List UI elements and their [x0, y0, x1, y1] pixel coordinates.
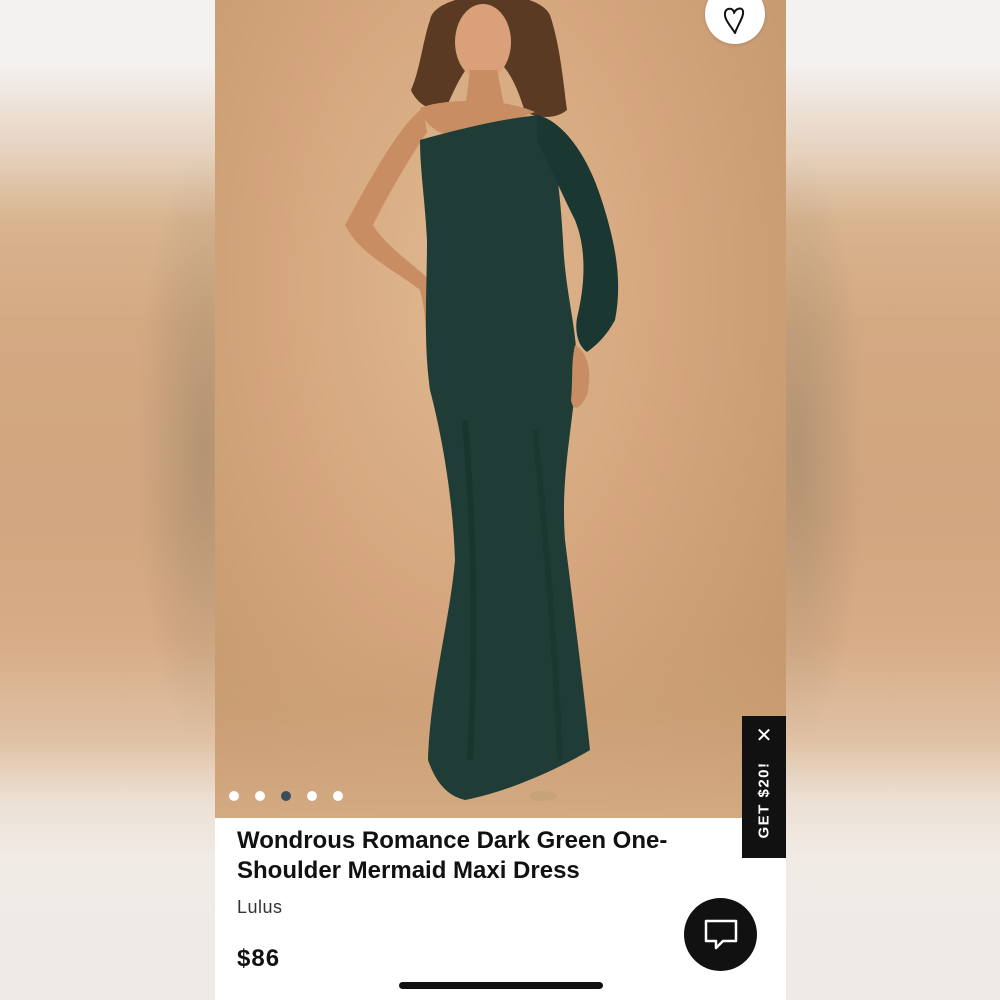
- close-icon[interactable]: ✕: [742, 724, 786, 748]
- heart-icon: [723, 7, 745, 34]
- blurred-backdrop-right: [726, 0, 1000, 1000]
- pagination-dot[interactable]: [307, 791, 317, 801]
- chat-button[interactable]: [684, 898, 757, 971]
- home-indicator: [399, 982, 603, 989]
- product-page: ✕ GET $20! Wondrous Romance Dark Green O…: [215, 0, 786, 1000]
- gallery-pagination: [229, 791, 343, 801]
- product-price: $86: [237, 945, 281, 972]
- pagination-dot[interactable]: [333, 791, 343, 801]
- blurred-backdrop-left: [0, 0, 275, 1000]
- model-photo: [345, 0, 619, 801]
- product-brand[interactable]: Lulus: [237, 897, 283, 918]
- chat-bubble-icon: [704, 919, 737, 949]
- pagination-dot-active[interactable]: [281, 791, 291, 801]
- promo-tab[interactable]: ✕ GET $20!: [742, 716, 786, 858]
- pagination-dot[interactable]: [255, 791, 265, 801]
- promo-label[interactable]: GET $20!: [756, 761, 773, 838]
- pagination-dot[interactable]: [229, 791, 239, 801]
- product-title: Wondrous Romance Dark Green One-Shoulder…: [237, 827, 668, 884]
- product-image[interactable]: [215, 0, 786, 818]
